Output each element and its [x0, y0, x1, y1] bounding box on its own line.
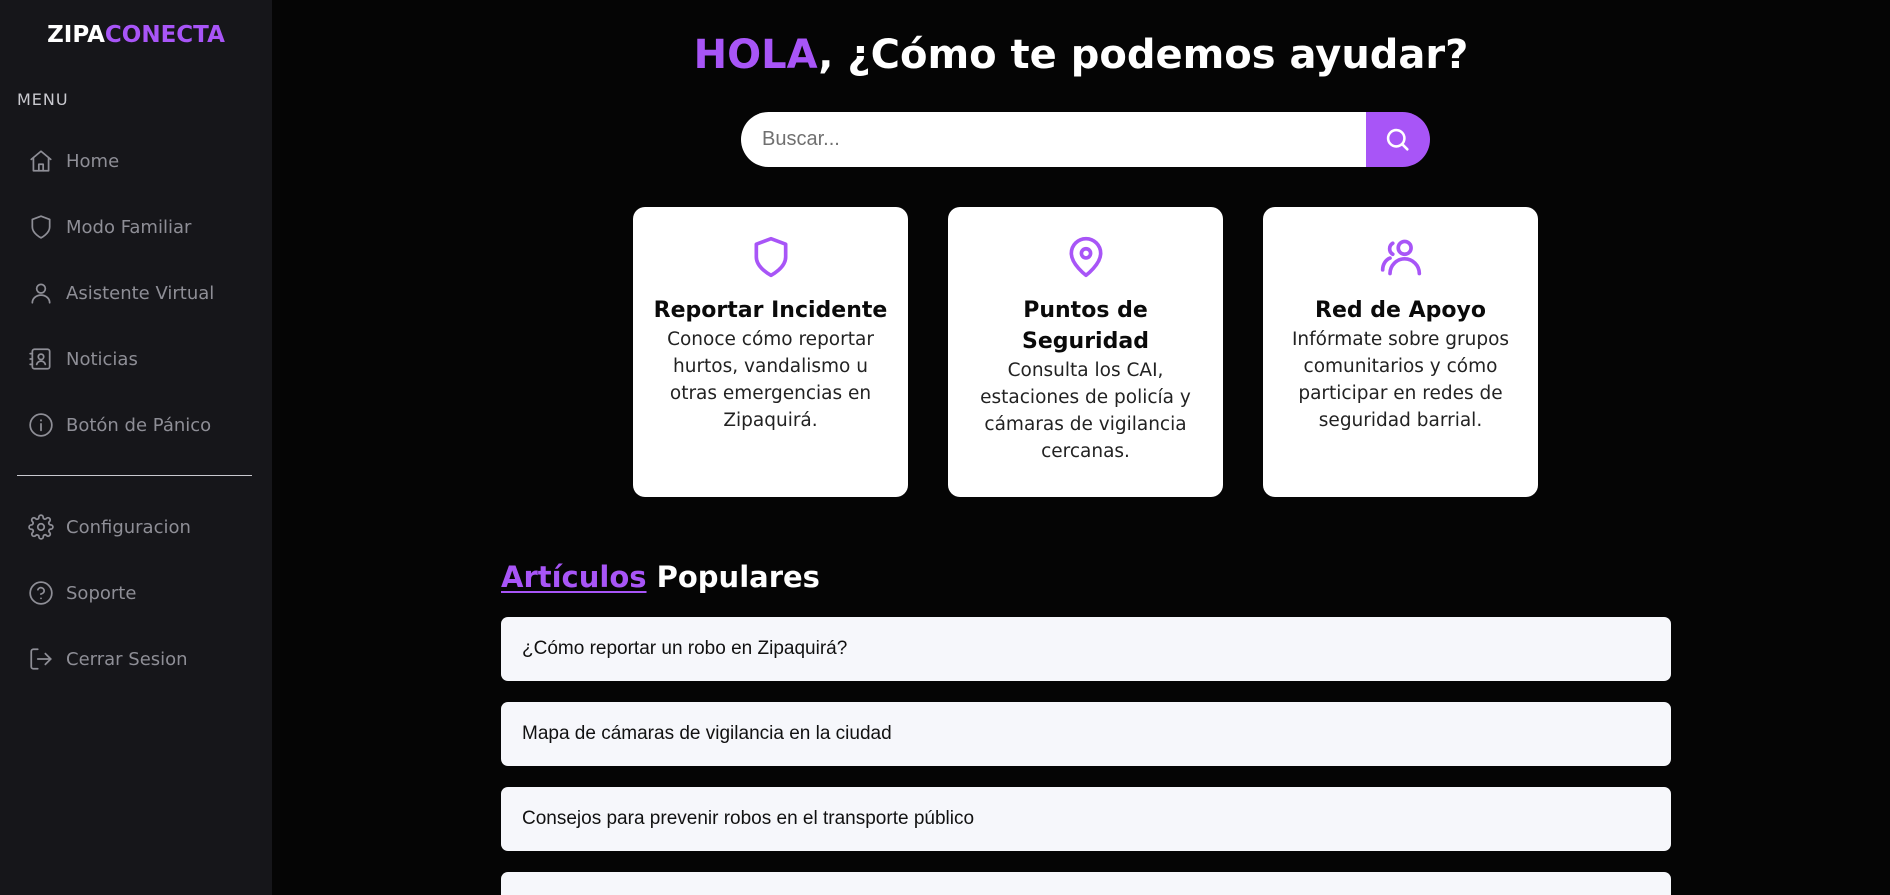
- help-circle-icon: [29, 581, 53, 605]
- search-button[interactable]: [1366, 112, 1430, 167]
- article-item[interactable]: Mapa de cámaras de vigilancia en la ciud…: [501, 702, 1671, 766]
- sidebar-item-soporte[interactable]: Soporte: [28, 576, 136, 610]
- home-icon: [30, 150, 52, 172]
- card-text: Infórmate sobre grupos comunitarios y có…: [1291, 329, 1510, 431]
- logo-part-1: ZIPA: [47, 22, 105, 48]
- page-title: HOLA, ¿Cómo te podemos ayudar?: [272, 32, 1890, 78]
- sidebar-item-label: Botón de Pánico: [66, 414, 212, 436]
- search-input[interactable]: [741, 112, 1366, 167]
- card-text: Consulta los CAI, estaciones de policía …: [980, 360, 1191, 462]
- sidebar-item-configuracion[interactable]: Configuracion: [28, 510, 191, 544]
- card-reportar-incidente[interactable]: Reportar Incidente Conoce cómo reportar …: [633, 207, 908, 497]
- users-icon: [1380, 239, 1421, 276]
- article-item[interactable]: Consejos para prevenir robos en el trans…: [501, 787, 1671, 851]
- card-title: Puntos de Seguridad: [1022, 298, 1149, 354]
- greeting-highlight: HOLA: [693, 32, 819, 78]
- sidebar-item-label: Noticias: [66, 348, 138, 370]
- sidebar-item-label: Configuracion: [66, 516, 191, 538]
- sidebar-item-label: Home: [66, 150, 120, 172]
- card-title: Reportar Incidente: [653, 298, 888, 323]
- sidebar: ZIPACONECTA MENU Home Modo Familiar Asis…: [0, 0, 272, 895]
- sidebar-item-home[interactable]: Home: [28, 144, 119, 178]
- user-icon: [31, 283, 51, 304]
- contact-card-icon: [29, 348, 51, 370]
- info-circle-icon: [29, 413, 53, 437]
- sidebar-item-label: Asistente Virtual: [66, 282, 215, 304]
- search-bar: [741, 112, 1430, 167]
- section-title-articulos: Artículos Populares: [501, 560, 820, 594]
- app-logo[interactable]: ZIPACONECTA: [0, 22, 272, 48]
- sidebar-item-modo-familiar[interactable]: Modo Familiar: [28, 210, 191, 244]
- articulos-link[interactable]: Artículos: [501, 560, 647, 594]
- gear-icon: [28, 514, 54, 540]
- shield-icon: [754, 236, 787, 278]
- sidebar-item-boton-panico[interactable]: Botón de Pánico: [28, 408, 211, 442]
- card-red-apoyo[interactable]: Red de Apoyo Infórmate sobre grupos comu…: [1263, 207, 1538, 497]
- greeting-question: , ¿Cómo te podemos ayudar?: [818, 32, 1469, 78]
- article-item[interactable]: [501, 872, 1671, 895]
- logo-part-2: CONECTA: [104, 22, 225, 48]
- sidebar-item-asistente-virtual[interactable]: Asistente Virtual: [28, 276, 214, 310]
- card-puntos-seguridad[interactable]: Puntos de Seguridad Consulta los CAI, es…: [948, 207, 1223, 497]
- section-title-rest: Populares: [646, 560, 820, 594]
- sidebar-item-label: Soporte: [66, 582, 137, 604]
- search-icon: [1386, 128, 1409, 151]
- card-title: Red de Apoyo: [1315, 298, 1486, 323]
- sidebar-item-label: Cerrar Sesion: [66, 648, 188, 670]
- map-pin-icon: [1069, 236, 1102, 278]
- sidebar-item-label: Modo Familiar: [66, 216, 192, 238]
- shield-icon: [31, 215, 51, 239]
- menu-title: MENU: [17, 90, 69, 109]
- sidebar-divider: [17, 475, 252, 476]
- sidebar-item-cerrar-sesion[interactable]: Cerrar Sesion: [28, 642, 188, 676]
- card-text: Conoce cómo reportar hurtos, vandalismo …: [667, 329, 874, 431]
- sidebar-item-noticias[interactable]: Noticias: [28, 342, 138, 376]
- article-item[interactable]: ¿Cómo reportar un robo en Zipaquirá?: [501, 617, 1671, 681]
- logout-icon: [30, 648, 52, 670]
